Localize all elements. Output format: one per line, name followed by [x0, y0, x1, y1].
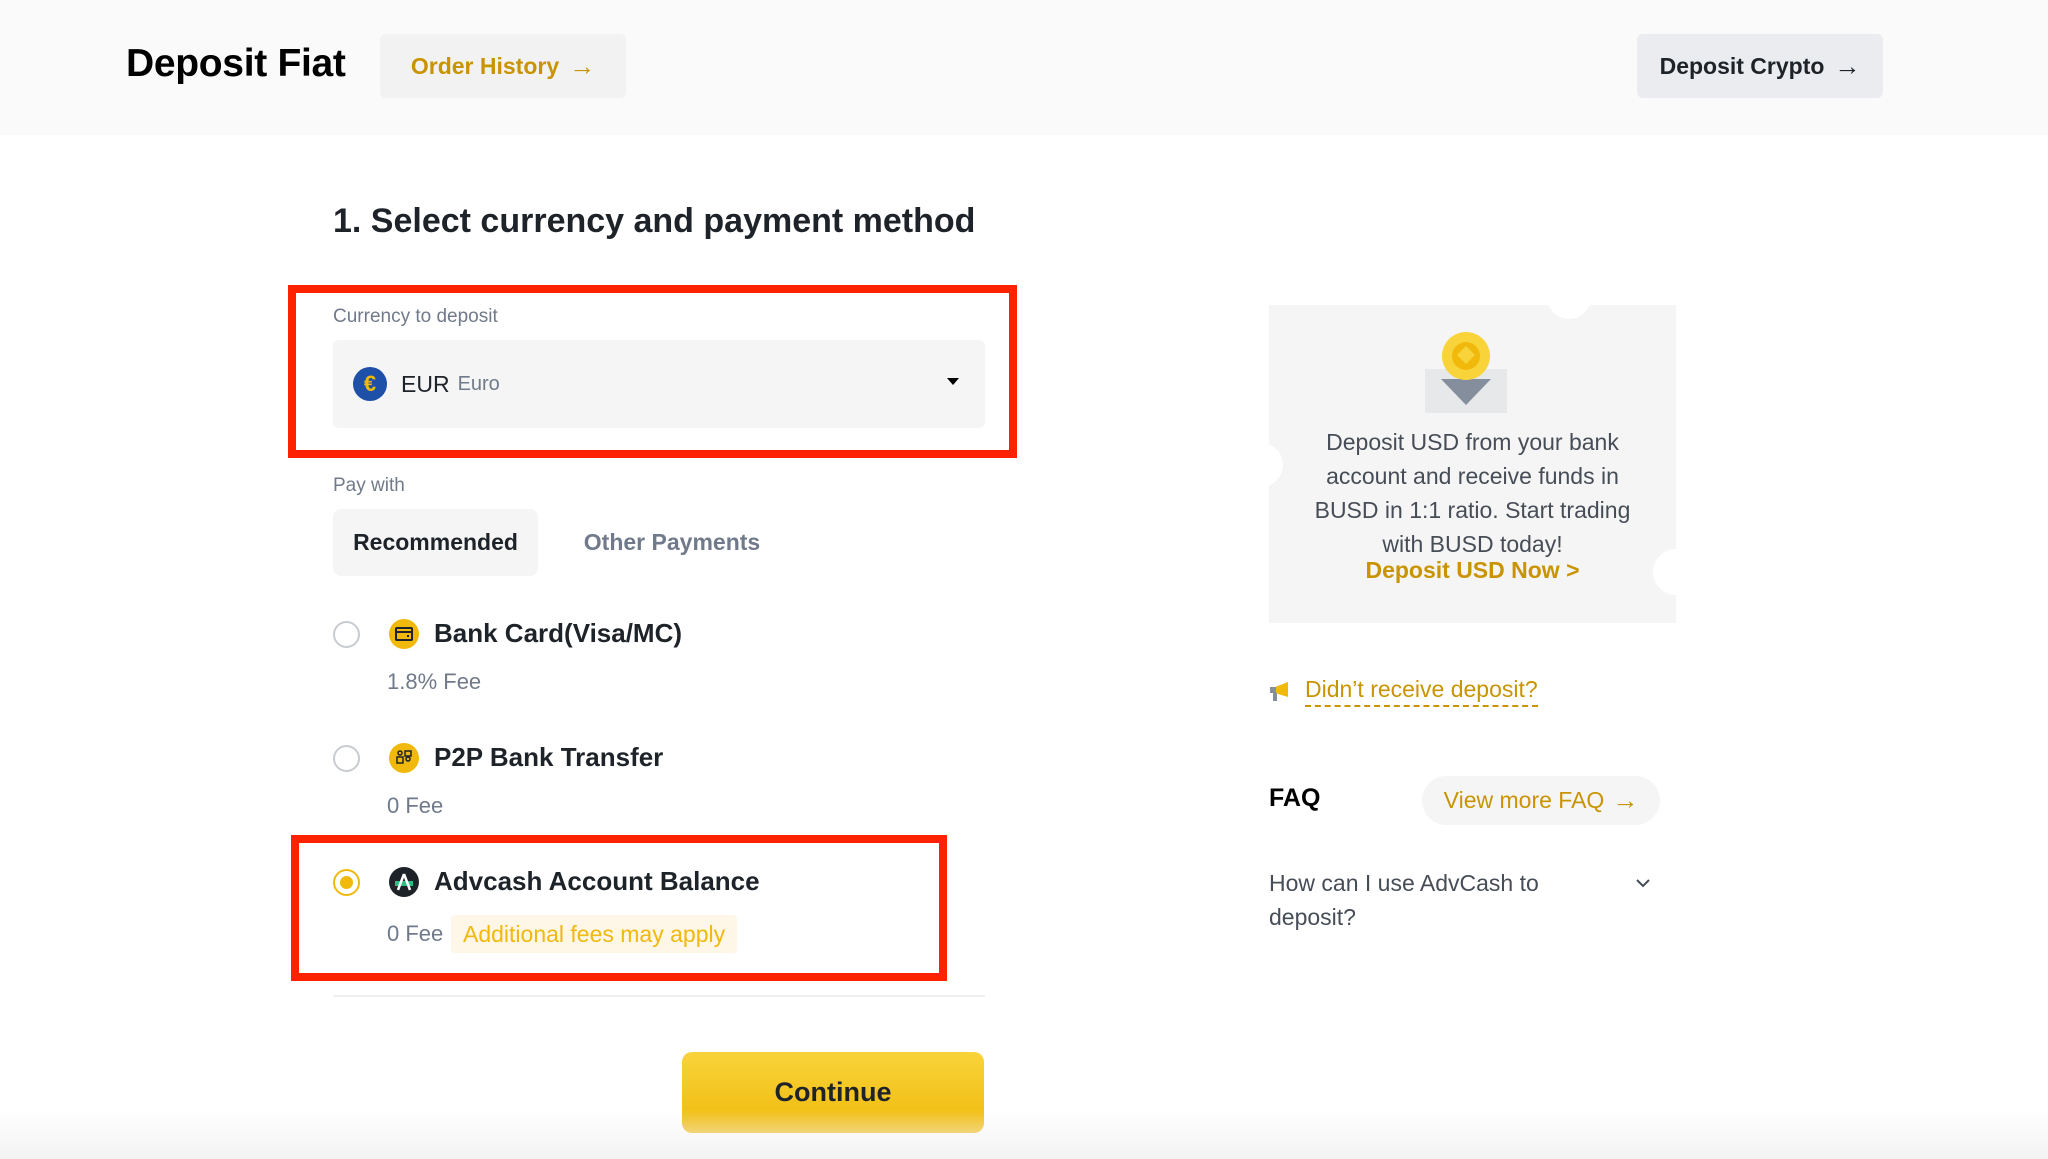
bottom-fade	[0, 1110, 2048, 1159]
decor-circle	[1547, 305, 1591, 319]
order-history-label: Order History	[410, 52, 560, 79]
payment-method-p2p[interactable]: P2P Bank Transfer 0 Fee	[333, 742, 993, 822]
continue-button[interactable]: Continue	[682, 1052, 984, 1133]
order-history-button[interactable]: Order History →	[380, 34, 626, 98]
method-name: Bank Card(Visa/MC)	[434, 618, 683, 648]
promo-text: Deposit USD from your bank account and r…	[1314, 429, 1631, 557]
highlight-box-currency	[288, 285, 1017, 458]
page-title: Deposit Fiat	[126, 42, 346, 85]
promo-card: Deposit USD from your bank account and r…	[1269, 305, 1676, 623]
view-more-faq-button[interactable]: View more FAQ →	[1422, 776, 1660, 825]
tab-other-payments[interactable]: Other Payments	[560, 509, 784, 576]
pay-with-label: Pay with	[333, 475, 405, 496]
radio-bank-card[interactable]	[333, 621, 360, 648]
method-fee: 0 Fee	[387, 793, 444, 818]
step-title: 1. Select currency and payment method	[333, 202, 976, 240]
method-name: P2P Bank Transfer	[434, 742, 664, 772]
bank-card-icon	[389, 619, 419, 649]
arrow-right-icon: →	[1834, 50, 1861, 81]
coin-deposit-icon	[1425, 332, 1507, 413]
view-more-faq-label: View more FAQ	[1443, 787, 1605, 813]
deposit-crypto-button[interactable]: Deposit Crypto →	[1637, 34, 1883, 98]
page-header: Deposit Fiat Order History → Deposit Cry…	[0, 0, 2048, 135]
megaphone-icon	[1270, 681, 1288, 701]
faq-title: FAQ	[1269, 784, 1321, 812]
method-fee: 1.8% Fee	[387, 669, 482, 694]
p2p-transfer-icon	[389, 743, 419, 773]
deposit-crypto-label: Deposit Crypto	[1659, 52, 1825, 79]
payment-method-bank-card[interactable]: Bank Card(Visa/MC) 1.8% Fee	[333, 618, 993, 698]
divider	[333, 995, 985, 997]
didnt-receive-deposit-link[interactable]: Didn’t receive deposit?	[1269, 676, 1538, 707]
highlight-box-advcash	[291, 835, 947, 981]
faq-question[interactable]: How can I use AdvCash to deposit?	[1269, 866, 1579, 934]
deposit-usd-link[interactable]: Deposit USD Now >	[1269, 557, 1676, 584]
arrow-right-icon: →	[569, 50, 596, 81]
tab-recommended[interactable]: Recommended	[333, 509, 538, 576]
chevron-down-icon[interactable]	[1634, 876, 1652, 890]
arrow-right-icon: →	[1612, 785, 1639, 815]
notice-text: Didn’t receive deposit?	[1305, 676, 1538, 707]
radio-p2p[interactable]	[333, 745, 360, 772]
